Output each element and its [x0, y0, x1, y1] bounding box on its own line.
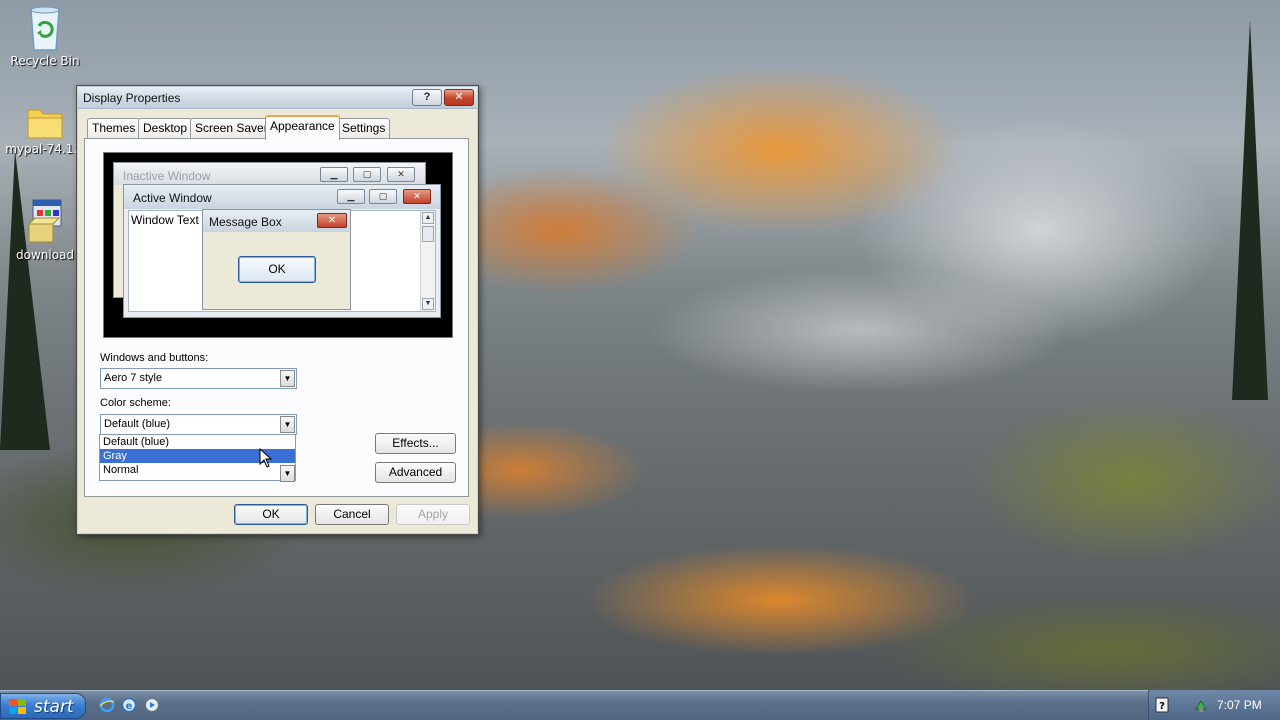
tab-appearance[interactable]: Appearance [265, 115, 340, 140]
scroll-up-icon: ▲ [422, 212, 434, 224]
svg-text:e: e [126, 701, 133, 712]
desktop-icon-label: mypal-74.1.1 [5, 142, 85, 156]
dropdown-scroll[interactable]: ▼ [278, 465, 296, 482]
windows-logo-icon [9, 699, 26, 714]
taskbar-clock[interactable]: 7:07 PM [1217, 698, 1262, 712]
recycle-bin-icon [30, 6, 60, 51]
chevron-down-icon[interactable]: ▼ [280, 465, 295, 482]
desktop-icon-label: Recycle Bin [10, 54, 80, 68]
mouse-cursor-icon [259, 448, 273, 468]
folder-icon [27, 109, 63, 139]
color-scheme-select[interactable]: Default (blue) ▼ [100, 414, 297, 435]
display-properties-window: Display Properties ? ✕ Themes Desktop Sc… [76, 85, 479, 535]
svg-text:?: ? [1159, 701, 1165, 712]
start-button[interactable]: start [0, 693, 86, 719]
maximize-icon: ▢ [353, 167, 381, 182]
chevron-down-icon[interactable]: ▼ [280, 370, 295, 387]
close-icon: ✕ [387, 167, 415, 182]
effects-button[interactable]: Effects... [375, 433, 456, 454]
installer-icon [27, 199, 62, 243]
close-icon: ✕ [403, 189, 431, 204]
scroll-down-icon: ▼ [422, 298, 434, 310]
close-button[interactable]: ✕ [444, 89, 474, 106]
tab-settings[interactable]: Settings [337, 118, 391, 139]
windows-buttons-label: Windows and buttons: [100, 352, 209, 364]
color-scheme-value: Default (blue) [104, 418, 171, 430]
minimize-icon: ▁ [337, 189, 365, 204]
window-title: Display Properties [83, 91, 181, 105]
maximize-icon: ▢ [369, 189, 397, 204]
help-button[interactable]: ? [412, 89, 442, 106]
appearance-preview: Inactive Window ▁ ▢ ✕ Active Window ▁ ▢ … [103, 152, 453, 338]
help-icon[interactable]: ? [1155, 697, 1169, 713]
window-titlebar[interactable]: Display Properties ? ✕ [78, 87, 477, 109]
tab-screen-saver[interactable]: Screen Saver [190, 118, 273, 139]
system-tray: ? 7:07 PM [1148, 690, 1280, 720]
dropdown-option-default-blue[interactable]: Default (blue) [100, 435, 295, 449]
preview-window-text: Window Text [131, 213, 199, 227]
windows-buttons-select[interactable]: Aero 7 style ▼ [100, 368, 297, 389]
internet-explorer-icon[interactable] [99, 697, 115, 713]
cancel-button[interactable]: Cancel [315, 504, 389, 525]
minimize-icon: ▁ [320, 167, 348, 182]
desktop-icon-recycle-bin[interactable]: Recycle Bin [0, 4, 90, 68]
network-icon[interactable] [1193, 697, 1209, 713]
apply-button[interactable]: Apply [396, 504, 470, 525]
preview-scrollbar: ▲ ▼ [420, 211, 435, 311]
advanced-button[interactable]: Advanced [375, 462, 456, 483]
taskbar: start [0, 690, 1280, 720]
scroll-thumb [422, 226, 434, 242]
windows-buttons-value: Aero 7 style [104, 372, 163, 384]
close-icon: ✕ [317, 213, 347, 228]
media-player-icon[interactable] [144, 697, 160, 713]
start-label: start [34, 697, 74, 717]
desktop-icon-label: download [15, 248, 75, 262]
message-box-ok-button: OK [238, 256, 316, 283]
color-scheme-label: Color scheme: [100, 397, 171, 409]
tab-desktop[interactable]: Desktop [138, 118, 193, 139]
browser-icon[interactable]: e [121, 697, 137, 713]
ok-button[interactable]: OK [234, 504, 308, 525]
preview-message-box: Message Box ✕ OK [202, 209, 351, 310]
chevron-down-icon[interactable]: ▼ [280, 416, 295, 433]
tab-themes[interactable]: Themes [87, 118, 141, 139]
